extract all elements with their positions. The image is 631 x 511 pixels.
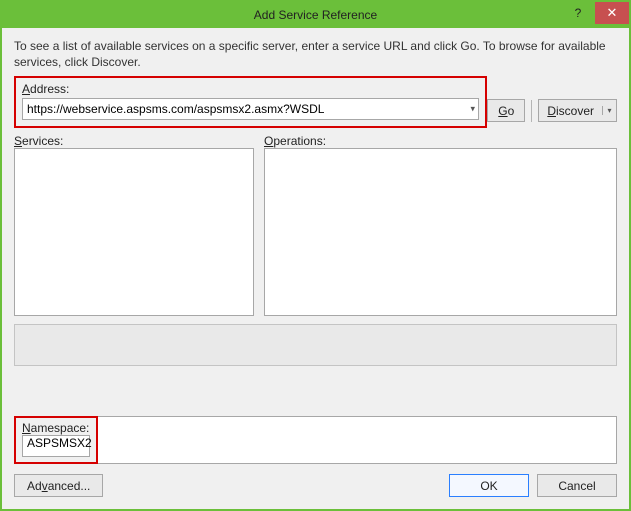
instructions-text: To see a list of available services on a… — [14, 38, 617, 70]
address-buttons: Go Discover ▾ — [487, 99, 617, 122]
address-combobox[interactable]: https://webservice.aspsms.com/aspsmsx2.a… — [22, 98, 479, 120]
services-label: Services: — [14, 134, 254, 148]
namespace-area: Namespace: ASPSMSX2 — [14, 416, 617, 464]
address-value: https://webservice.aspsms.com/aspsmsx2.a… — [27, 102, 324, 116]
namespace-input-extension[interactable] — [98, 416, 617, 464]
go-button[interactable]: Go — [487, 99, 525, 122]
cancel-button[interactable]: Cancel — [537, 474, 617, 497]
help-button[interactable]: ? — [561, 2, 595, 24]
address-highlight-box: Address: https://webservice.aspsms.com/a… — [14, 76, 487, 128]
services-listbox[interactable] — [14, 148, 254, 316]
discover-button[interactable]: Discover ▾ — [538, 99, 617, 122]
chevron-down-icon[interactable]: ▾ — [602, 106, 616, 115]
window-title: Add Service Reference — [254, 8, 377, 22]
address-label: Address: — [22, 82, 479, 96]
separator — [531, 100, 532, 122]
chevron-down-icon[interactable]: ▾ — [470, 104, 475, 115]
operations-listbox[interactable] — [264, 148, 617, 316]
close-button[interactable]: ✕ — [595, 2, 629, 24]
bottom-button-bar: Advanced... OK Cancel — [14, 474, 617, 497]
address-area: Address: https://webservice.aspsms.com/a… — [14, 76, 617, 128]
operations-column: Operations: — [264, 134, 617, 316]
namespace-highlight-box: Namespace: ASPSMSX2 — [14, 416, 98, 464]
operations-label: Operations: — [264, 134, 617, 148]
ok-button[interactable]: OK — [449, 474, 529, 497]
dialog-content: To see a list of available services on a… — [2, 28, 629, 509]
lists-row: Services: Operations: — [14, 134, 617, 316]
system-buttons: ? ✕ — [561, 2, 629, 28]
advanced-button[interactable]: Advanced... — [14, 474, 103, 497]
services-column: Services: — [14, 134, 254, 316]
status-area — [14, 324, 617, 366]
dialog-window: Add Service Reference ? ✕ To see a list … — [0, 0, 631, 511]
title-bar: Add Service Reference ? ✕ — [2, 2, 629, 28]
namespace-input[interactable]: ASPSMSX2 — [22, 435, 90, 457]
namespace-label: Namespace: — [22, 421, 90, 435]
